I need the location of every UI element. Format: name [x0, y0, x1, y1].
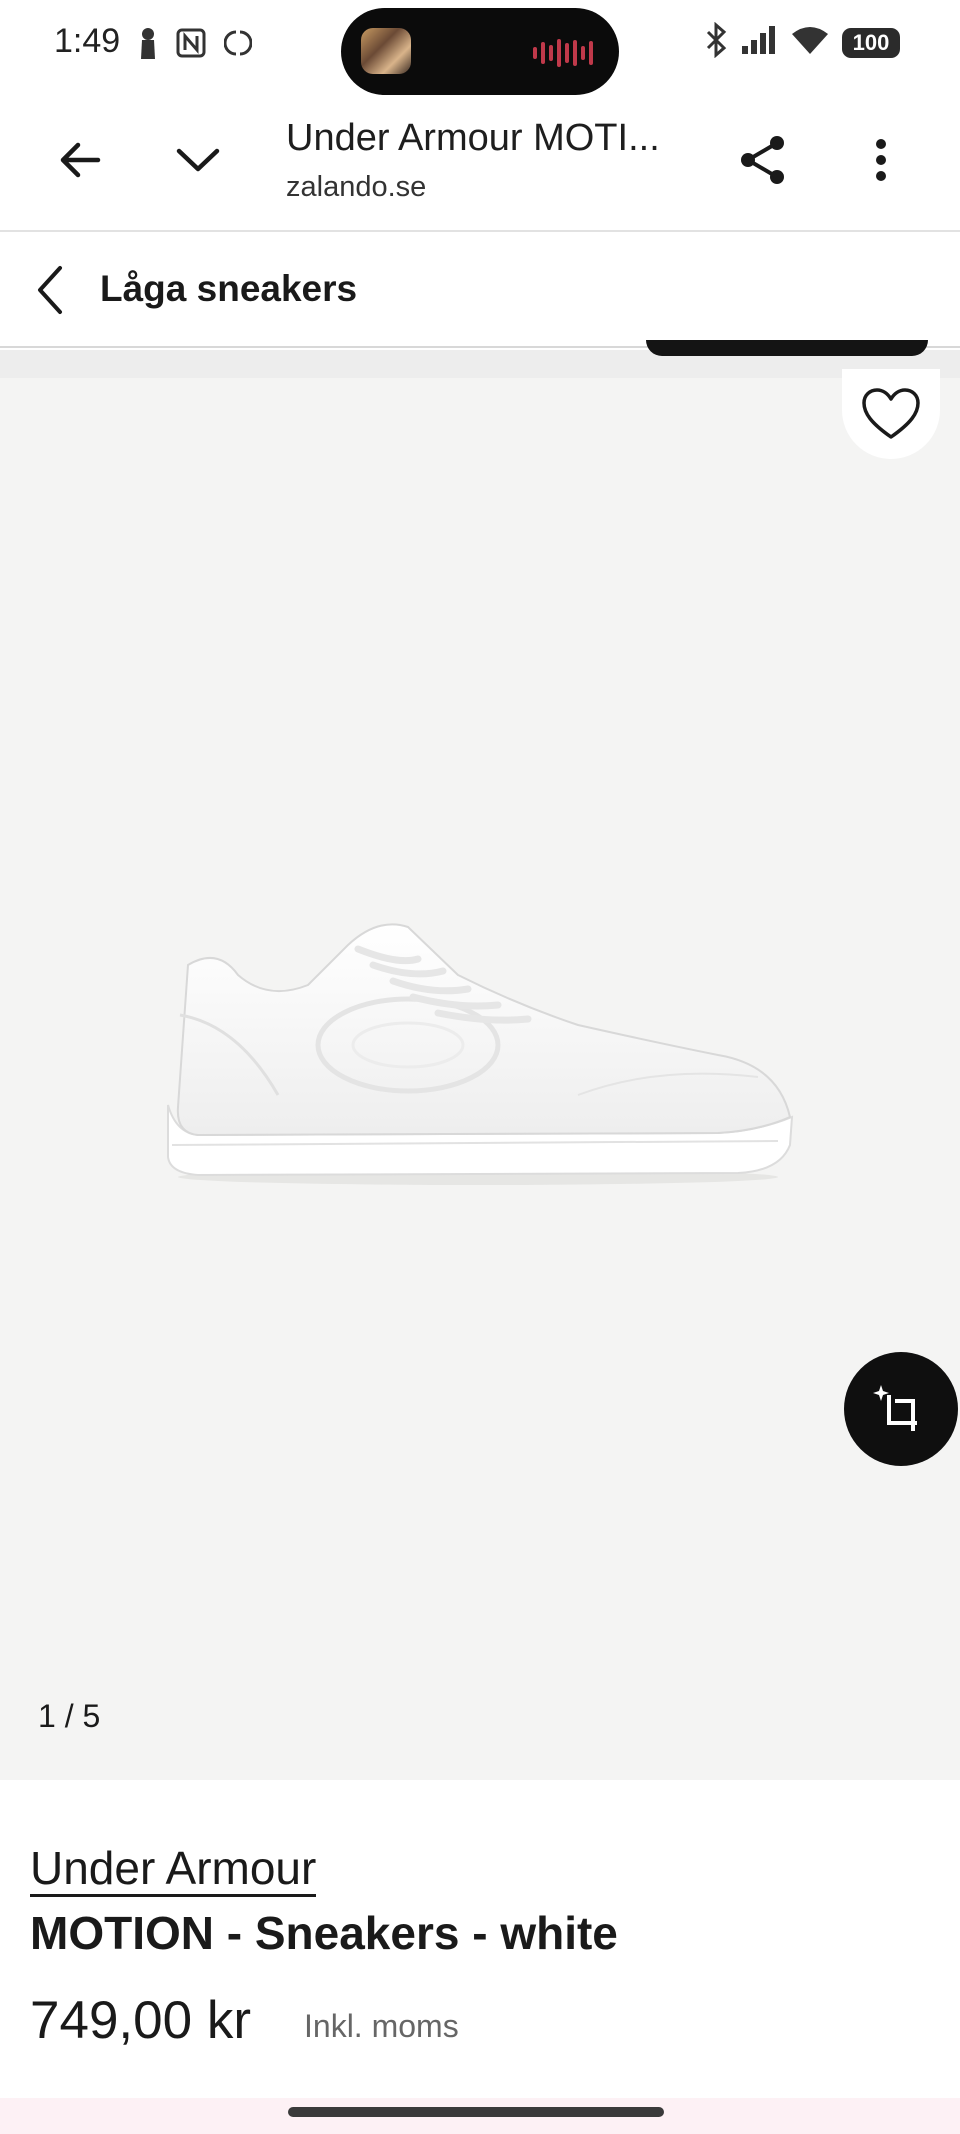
product-image[interactable]	[158, 905, 798, 1205]
signal-icon	[740, 24, 778, 61]
page: 1:49 100 Under Armour MOTI... zalando.se…	[0, 0, 960, 2134]
back-arrow-icon	[60, 142, 101, 178]
audio-waveform-icon	[533, 38, 593, 68]
bluetooth-icon	[704, 21, 728, 63]
product-name: MOTION - Sneakers - white	[30, 1907, 618, 1959]
brand-link[interactable]: Under Armour	[30, 1842, 317, 1897]
chevron-left-icon	[38, 266, 62, 314]
status-bar: 1:49 100	[0, 0, 960, 95]
category-title: Låga sneakers	[100, 268, 358, 309]
category-header: Låga sneakers	[0, 232, 960, 348]
page-title[interactable]: Under Armour MOTI...	[286, 117, 696, 160]
heart-icon	[862, 388, 920, 439]
media-thumbnail	[361, 28, 411, 74]
battery-indicator: 100	[842, 27, 900, 58]
person-pin-icon	[138, 26, 158, 65]
wifi-icon	[790, 24, 830, 61]
share-button[interactable]	[728, 125, 798, 195]
category-back-button[interactable]	[28, 260, 72, 320]
chevron-down-icon	[176, 148, 220, 172]
back-button[interactable]	[45, 125, 115, 195]
overlay-pill	[646, 340, 928, 356]
home-indicator[interactable]	[288, 2107, 664, 2117]
product-price: 749,00 kr	[30, 1991, 251, 2050]
nfc-icon	[176, 28, 206, 63]
more-options-button[interactable]	[846, 125, 916, 195]
browser-toolbar: Under Armour MOTI... zalando.se	[0, 95, 960, 232]
page-domain[interactable]: zalando.se	[286, 171, 426, 204]
ai-try-on-button[interactable]	[844, 1352, 958, 1466]
more-vert-icon	[876, 139, 886, 181]
share-icon	[741, 136, 784, 184]
minimize-button[interactable]	[163, 125, 233, 195]
status-time: 1:49	[54, 22, 121, 60]
sync-icon	[223, 28, 253, 63]
status-left-icons	[138, 26, 253, 65]
status-right: 100	[704, 21, 900, 63]
crop-sparkle-icon	[873, 1385, 917, 1431]
image-counter: 1 / 5	[38, 1698, 101, 1734]
tax-note: Inkl. moms	[304, 2008, 459, 2044]
dynamic-island[interactable]	[341, 8, 619, 95]
